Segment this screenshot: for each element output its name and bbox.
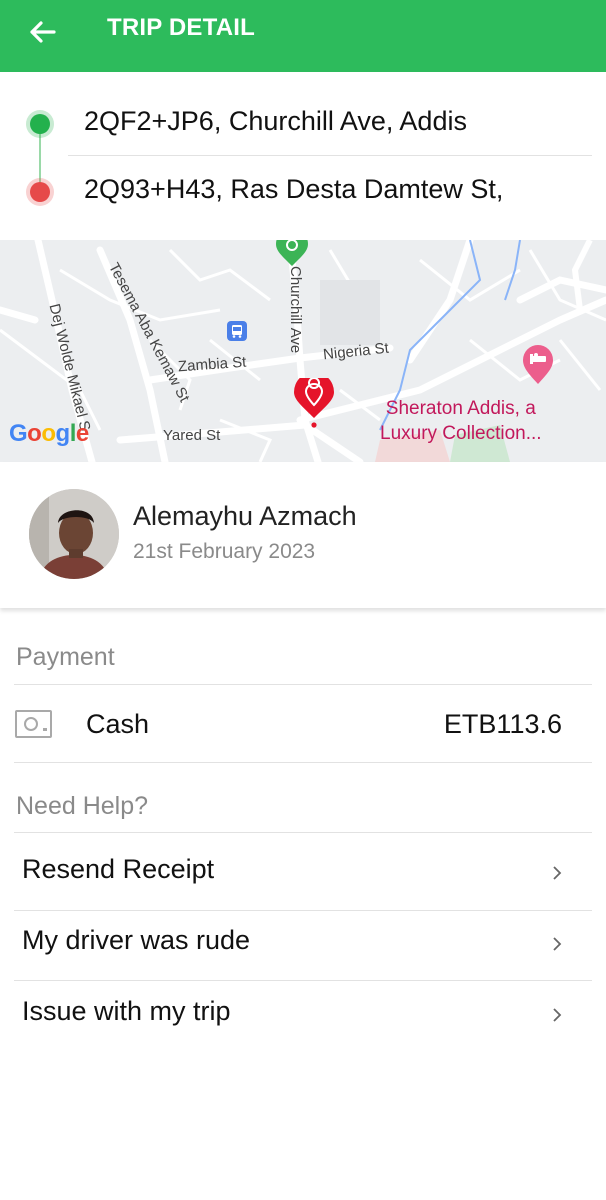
trip-date: 21st February 2023 (133, 540, 316, 563)
cash-icon-glyph (24, 717, 47, 731)
driver-photo (29, 489, 119, 579)
pickup-pin-icon (276, 240, 308, 266)
divider (14, 762, 592, 763)
driver-name: Alemayhu Azmach (133, 501, 357, 531)
help-item-label: Issue with my trip (22, 996, 231, 1026)
pickup-address: 2QF2+JP6, Churchill Ave, Addis (84, 106, 467, 136)
chevron-right-icon (553, 1008, 562, 1022)
app-header: TRIP DETAIL (0, 0, 606, 72)
chevron-right-icon (553, 866, 562, 880)
place-label-line2: Luxury Collection... (380, 423, 542, 444)
help-item-label: Resend Receipt (22, 854, 215, 884)
cash-icon (15, 710, 52, 738)
street-label-churchill: Churchill Ave (287, 266, 304, 354)
page-title: TRIP DETAIL (107, 14, 255, 41)
payment-section-title: Payment (16, 643, 115, 671)
arrow-left-icon (30, 21, 56, 43)
help-item-resend-receipt[interactable]: Resend Receipt (0, 834, 606, 904)
divider (14, 832, 592, 833)
help-item-trip-issue[interactable]: Issue with my trip (0, 976, 606, 1046)
dropoff-address: 2Q93+H43, Ras Desta Damtew St, (84, 174, 504, 204)
chevron-right-icon (553, 937, 562, 951)
payment-method: Cash (86, 709, 150, 739)
route-divider (68, 155, 592, 156)
divider (14, 684, 592, 685)
google-logo: Google (9, 420, 89, 447)
driver-avatar (29, 489, 119, 579)
payment-amount: ETB113.6 (443, 709, 562, 739)
street-label-yared: Yared St (163, 427, 221, 444)
help-item-driver-rude[interactable]: My driver was rude (0, 905, 606, 975)
place-label: Sheraton Addis, a Luxury Collection... (380, 396, 542, 446)
dropoff-dot-icon (30, 182, 50, 202)
help-item-label: My driver was rude (22, 925, 251, 955)
hotel-pin-icon (523, 345, 553, 384)
place-label-line1: Sheraton Addis, a (385, 398, 536, 419)
route-panel (0, 72, 606, 240)
bus-stop-icon (227, 321, 247, 341)
dropoff-pin-icon (294, 378, 334, 428)
help-section-title: Need Help? (16, 792, 149, 820)
back-button[interactable] (20, 12, 64, 52)
trip-map[interactable]: Dej Wolde Mikael S Tesema Aba Kemaw St C… (0, 240, 606, 462)
pickup-dot-icon (30, 114, 50, 134)
